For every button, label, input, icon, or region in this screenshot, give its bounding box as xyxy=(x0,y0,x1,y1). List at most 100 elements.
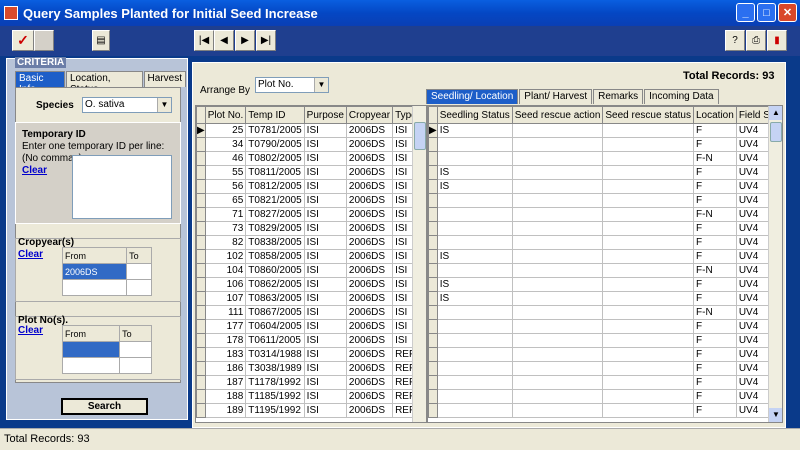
row-selector[interactable] xyxy=(196,235,206,250)
tab-harvest[interactable]: Harvest xyxy=(143,71,186,87)
table-cell[interactable] xyxy=(511,347,604,362)
table-cell[interactable] xyxy=(602,249,694,264)
table-cell[interactable]: ISI xyxy=(303,137,347,152)
table-cell[interactable]: IS xyxy=(436,277,513,292)
table-cell[interactable]: 55 xyxy=(204,165,247,180)
col-seedling-status[interactable]: Seedling Status xyxy=(436,106,513,124)
row-selector[interactable] xyxy=(196,305,206,320)
table-row[interactable]: 189 T1195/1992 ISI 2006DS REP xyxy=(196,403,420,418)
table-row[interactable]: 178 T0611/2005 ISI 2006DS ISI xyxy=(196,333,420,348)
table-cell[interactable]: ISI xyxy=(303,151,347,166)
table-cell[interactable]: 73 xyxy=(204,221,247,236)
table-cell[interactable]: T0611/2005 xyxy=(245,333,305,348)
table-cell[interactable]: ISI xyxy=(303,165,347,180)
table-cell[interactable]: 2006DS xyxy=(345,193,394,208)
table-cell[interactable] xyxy=(602,347,694,362)
table-cell[interactable] xyxy=(602,277,694,292)
blank-button[interactable] xyxy=(34,30,54,51)
table-cell[interactable]: ISI xyxy=(303,389,347,404)
table-cell[interactable] xyxy=(511,375,604,390)
table-cell[interactable]: F xyxy=(693,235,737,250)
table-cell[interactable]: 2006DS xyxy=(345,249,394,264)
table-cell[interactable]: T0838/2005 xyxy=(245,235,305,250)
table-cell[interactable]: T0827/2005 xyxy=(245,207,305,222)
table-cell[interactable] xyxy=(511,179,604,194)
table-row[interactable]: F-N UV4 xyxy=(428,305,782,320)
table-cell[interactable]: 104 xyxy=(204,263,247,278)
table-cell[interactable]: F xyxy=(693,403,737,418)
col-purpose[interactable]: Purpose xyxy=(303,106,347,124)
search-button[interactable]: Search xyxy=(61,398,148,415)
table-cell[interactable]: T1178/1992 xyxy=(245,375,305,390)
table-row[interactable]: IS F UV4 xyxy=(428,249,782,264)
table-cell[interactable]: T0811/2005 xyxy=(245,165,305,180)
right-scroll-thumb[interactable] xyxy=(770,122,782,142)
row-selector[interactable] xyxy=(196,263,206,278)
table-cell[interactable]: T0862/2005 xyxy=(245,277,305,292)
cropyear-from-input[interactable]: 2006DS xyxy=(61,263,128,280)
table-cell[interactable]: 2006DS xyxy=(345,263,394,278)
plotno-to-input[interactable] xyxy=(119,341,152,358)
table-cell[interactable]: ISI xyxy=(303,375,347,390)
table-cell[interactable]: 82 xyxy=(204,235,247,250)
table-cell[interactable] xyxy=(602,333,694,348)
row-selector[interactable] xyxy=(428,179,438,194)
table-cell[interactable] xyxy=(602,361,694,376)
col-temp-id[interactable]: Temp ID xyxy=(245,106,305,124)
table-cell[interactable]: T0802/2005 xyxy=(245,151,305,166)
table-row[interactable]: F-N UV4 xyxy=(428,151,782,166)
row-selector[interactable] xyxy=(428,305,438,320)
table-row[interactable]: F UV4 xyxy=(428,333,782,348)
table-cell[interactable]: 177 xyxy=(204,319,247,334)
table-cell[interactable]: 2006DS xyxy=(345,277,394,292)
table-cell[interactable]: F xyxy=(693,389,737,404)
table-cell[interactable] xyxy=(602,221,694,236)
table-cell[interactable] xyxy=(511,207,604,222)
table-cell[interactable] xyxy=(602,179,694,194)
table-cell[interactable] xyxy=(602,165,694,180)
table-cell[interactable] xyxy=(602,151,694,166)
row-selector[interactable] xyxy=(196,137,206,152)
plotno-from-input-2[interactable] xyxy=(61,357,121,374)
table-row[interactable]: 183 T0314/1988 ISI 2006DS REP xyxy=(196,347,420,362)
table-row[interactable]: 34 T0790/2005 ISI 2006DS ISI xyxy=(196,137,420,152)
table-cell[interactable]: F xyxy=(693,165,737,180)
row-selector[interactable] xyxy=(196,389,206,404)
table-cell[interactable]: T0863/2005 xyxy=(245,291,305,306)
table-row[interactable]: 107 T0863/2005 ISI 2006DS ISI xyxy=(196,291,420,306)
table-cell[interactable]: 106 xyxy=(204,277,247,292)
table-cell[interactable]: 2006DS xyxy=(345,389,394,404)
scroll-down-icon[interactable]: ▼ xyxy=(769,408,782,422)
table-row[interactable]: 56 T0812/2005 ISI 2006DS ISI xyxy=(196,179,420,194)
table-cell[interactable]: ISI xyxy=(303,221,347,236)
table-cell[interactable]: ISI xyxy=(303,179,347,194)
table-row[interactable]: ▶ IS F UV4 xyxy=(428,123,782,138)
table-cell[interactable]: 71 xyxy=(204,207,247,222)
table-cell[interactable]: ISI xyxy=(303,123,347,138)
table-cell[interactable] xyxy=(436,263,513,278)
plotno-to-input-2[interactable] xyxy=(119,357,152,374)
table-cell[interactable]: F xyxy=(693,221,737,236)
table-cell[interactable]: IS xyxy=(436,291,513,306)
table-cell[interactable]: 25 xyxy=(204,123,247,138)
table-cell[interactable] xyxy=(436,347,513,362)
table-row[interactable]: 82 T0838/2005 ISI 2006DS ISI xyxy=(196,235,420,250)
last-record-icon[interactable]: ▶| xyxy=(256,30,276,51)
table-row[interactable]: 71 T0827/2005 ISI 2006DS ISI xyxy=(196,207,420,222)
row-selector[interactable] xyxy=(428,333,438,348)
tab-remarks[interactable]: Remarks xyxy=(593,89,644,104)
row-selector[interactable] xyxy=(428,361,438,376)
table-row[interactable]: IS F UV4 xyxy=(428,179,782,194)
table-cell[interactable] xyxy=(511,123,604,138)
col-seed-rescue-action[interactable]: Seed rescue action xyxy=(511,106,604,124)
table-cell[interactable]: IS xyxy=(436,123,513,138)
table-cell[interactable]: F-N xyxy=(693,305,737,320)
cropyear-clear-link[interactable]: Clear xyxy=(18,249,43,260)
right-scrollbar[interactable]: ▲ ▼ xyxy=(768,106,782,422)
table-cell[interactable]: ISI xyxy=(303,319,347,334)
row-selector[interactable] xyxy=(196,165,206,180)
table-cell[interactable]: T0821/2005 xyxy=(245,193,305,208)
table-cell[interactable] xyxy=(511,277,604,292)
table-row[interactable]: 187 T1178/1992 ISI 2006DS REP xyxy=(196,375,420,390)
table-row[interactable]: F UV4 xyxy=(428,361,782,376)
